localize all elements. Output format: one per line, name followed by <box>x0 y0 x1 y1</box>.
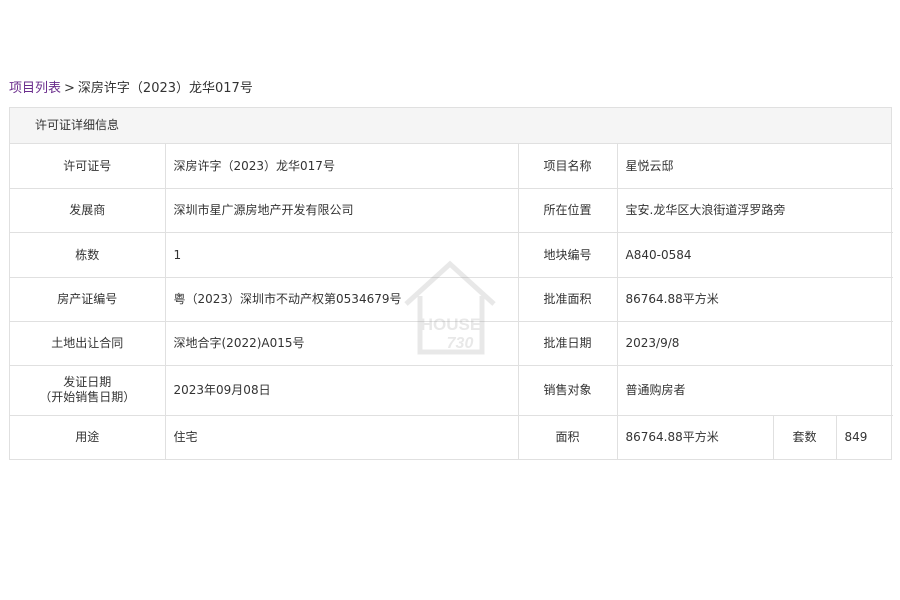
panel-title: 许可证详细信息 <box>10 108 891 144</box>
table-row: 发证日期 （开始销售日期） 2023年09月08日 销售对象 普通购房者 <box>10 364 894 416</box>
sales-target-value: 普通购房者 <box>616 364 894 416</box>
unit-count-label: 套数 <box>772 414 837 459</box>
breadcrumb-project-list-link[interactable]: 项目列表 <box>9 81 61 96</box>
location-label: 所在位置 <box>517 187 618 233</box>
table-row: 发展商 深圳市星广源房地产开发有限公司 所在位置 宝安.龙华区大浪街道浮罗路旁 <box>10 187 894 233</box>
usage-label: 用途 <box>10 414 166 459</box>
plot-number-label: 地块编号 <box>517 231 618 278</box>
approval-date-value: 2023/9/8 <box>616 320 894 366</box>
building-count-value: 1 <box>164 231 519 278</box>
breadcrumb: 项目列表 > 深房许字（2023）龙华017号 <box>9 77 253 96</box>
license-number-value: 深房许字（2023）龙华017号 <box>164 144 519 189</box>
table-row: 用途 住宅 面积 86764.88平方米 套数 849 <box>10 414 894 459</box>
approval-date-label: 批准日期 <box>517 320 618 366</box>
land-contract-value: 深地合字(2022)A015号 <box>164 320 519 366</box>
breadcrumb-current: 深房许字（2023）龙华017号 <box>77 81 253 96</box>
table-row: 栋数 1 地块编号 A840-0584 <box>10 231 894 278</box>
property-cert-value: 粤（2023）深圳市不动产权第0534679号 <box>164 276 519 322</box>
table-row: 许可证号 深房许字（2023）龙华017号 项目名称 星悦云邸 <box>10 144 894 189</box>
developer-value: 深圳市星广源房地产开发有限公司 <box>164 187 519 233</box>
issue-date-label-line1: 发证日期 <box>63 375 112 389</box>
license-detail-panel: 许可证详细信息 许可证号 深房许字（2023）龙华017号 项目名称 星悦云邸 … <box>9 107 894 460</box>
project-name-value: 星悦云邸 <box>616 144 894 189</box>
breadcrumb-separator: > <box>64 81 75 96</box>
issue-date-label: 发证日期 （开始销售日期） <box>10 364 166 416</box>
license-detail-table: 许可证号 深房许字（2023）龙华017号 项目名称 星悦云邸 发展商 深圳市星… <box>10 144 894 459</box>
area-value: 86764.88平方米 <box>616 414 774 459</box>
license-number-label: 许可证号 <box>10 144 166 189</box>
project-name-label: 项目名称 <box>517 144 618 189</box>
unit-count-value: 849 <box>835 414 894 459</box>
table-row: 房产证编号 粤（2023）深圳市不动产权第0534679号 批准面积 86764… <box>10 276 894 322</box>
usage-value: 住宅 <box>164 414 519 459</box>
land-contract-label: 土地出让合同 <box>10 320 166 366</box>
property-cert-label: 房产证编号 <box>10 276 166 322</box>
developer-label: 发展商 <box>10 187 166 233</box>
location-value: 宝安.龙华区大浪街道浮罗路旁 <box>616 187 894 233</box>
building-count-label: 栋数 <box>10 231 166 278</box>
issue-date-label-line2: （开始销售日期） <box>39 390 136 404</box>
approved-area-value: 86764.88平方米 <box>616 276 894 322</box>
area-label: 面积 <box>517 414 618 459</box>
table-row: 土地出让合同 深地合字(2022)A015号 批准日期 2023/9/8 <box>10 320 894 366</box>
sales-target-label: 销售对象 <box>517 364 618 416</box>
issue-date-value: 2023年09月08日 <box>164 364 519 416</box>
approved-area-label: 批准面积 <box>517 276 618 322</box>
plot-number-value: A840-0584 <box>616 231 894 278</box>
